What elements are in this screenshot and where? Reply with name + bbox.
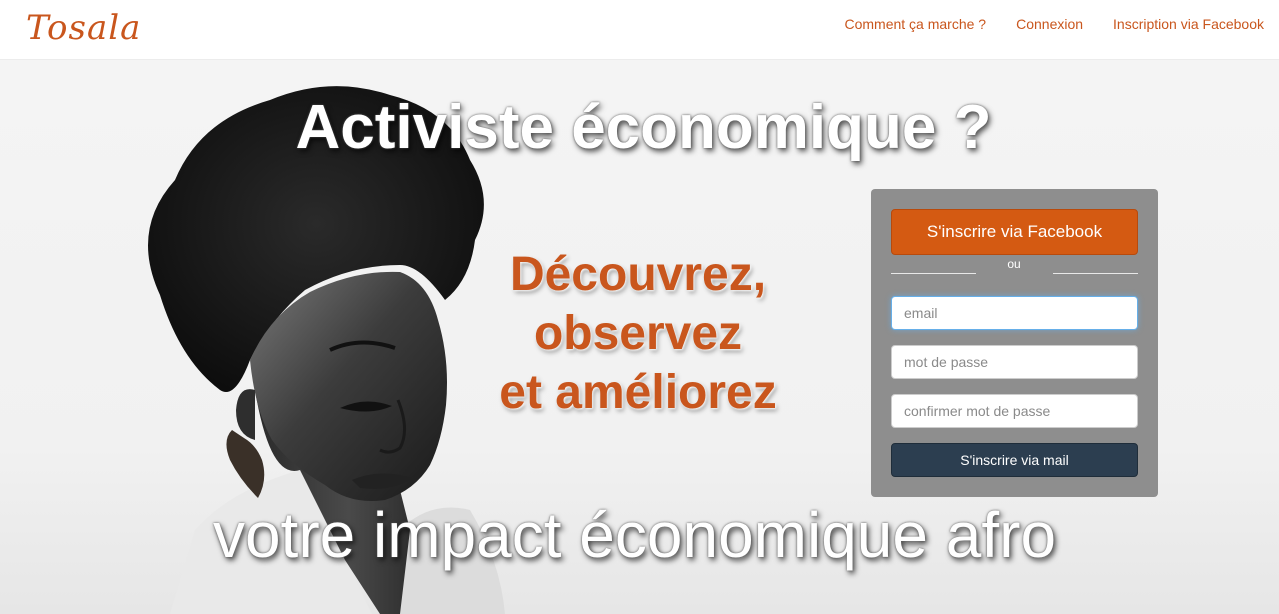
tosala-logo[interactable]: Tosala: [26, 8, 141, 48]
confirm-password-field[interactable]: [891, 394, 1138, 428]
headline-top: Activiste économique ?: [295, 93, 992, 162]
top-navbar: Tosala Comment ça marche ? Connexion Ins…: [0, 0, 1279, 60]
divider-line-left: [891, 273, 976, 274]
hero-section: Activiste économique ? Découvrez, observ…: [0, 60, 1279, 614]
tagline: Découvrez, observez et améliorez: [468, 245, 808, 422]
password-field[interactable]: [891, 345, 1138, 379]
divider-or-label: ou: [1007, 257, 1021, 271]
headline-bottom: votre impact économique afro: [212, 499, 1057, 571]
tagline-line-2: observez: [533, 307, 743, 360]
signup-panel: S'inscrire via Facebook ou S'inscrire vi…: [871, 189, 1158, 497]
nav-link-login[interactable]: Connexion: [1016, 16, 1083, 32]
divider-line-right: [1053, 273, 1138, 274]
nav-links: Comment ça marche ? Connexion Inscriptio…: [844, 16, 1264, 32]
mail-signup-button[interactable]: S'inscrire via mail: [891, 443, 1138, 477]
email-field[interactable]: [891, 296, 1138, 330]
facebook-signup-button[interactable]: S'inscrire via Facebook: [891, 209, 1138, 255]
tagline-line-1: Découvrez,: [509, 248, 767, 301]
tagline-line-3: et améliorez: [499, 366, 777, 419]
nav-link-how-it-works[interactable]: Comment ça marche ?: [844, 16, 986, 32]
nav-link-facebook-signup[interactable]: Inscription via Facebook: [1113, 16, 1264, 32]
